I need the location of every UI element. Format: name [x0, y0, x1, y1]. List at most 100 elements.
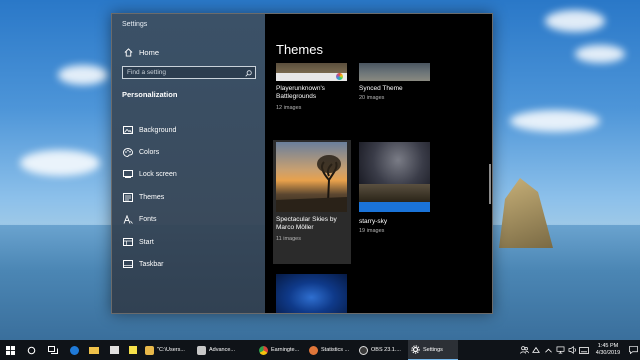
folder-icon — [89, 346, 99, 354]
theme-thumbnail — [359, 142, 430, 202]
theme-card-starry-sky[interactable]: starry-sky 19 images — [359, 142, 439, 252]
edge-button[interactable] — [64, 340, 84, 360]
taskbar-app-label: Advance... — [209, 347, 235, 353]
keyboard-icon — [579, 346, 589, 354]
tree-silhouette — [276, 155, 347, 212]
lock-screen-icon — [122, 169, 134, 179]
network-icon — [556, 346, 564, 354]
theme-thumbnail — [276, 63, 347, 81]
sidebar-item-label: Fonts — [139, 215, 157, 223]
clock[interactable]: 1:45 PM 4/30/2019 — [590, 343, 626, 357]
system-tray: 1:45 PM 4/30/2019 — [518, 340, 640, 360]
cortana-button[interactable] — [20, 340, 42, 360]
accent-color-bar — [359, 202, 430, 212]
home-icon — [122, 47, 134, 57]
theme-image-count: 20 images — [359, 95, 385, 101]
theme-card-windows[interactable] — [276, 274, 347, 313]
sidebar-item-lock-screen[interactable]: Lock screen — [122, 167, 177, 181]
store-icon — [109, 346, 119, 354]
taskbar-app-label: Statistics ... — [321, 347, 350, 353]
cortana-icon — [27, 346, 35, 354]
home-link[interactable]: Home — [122, 45, 159, 59]
sidebar-item-label: Background — [139, 126, 177, 134]
tray-app-button[interactable] — [530, 340, 542, 360]
sticky-note-icon — [129, 346, 137, 354]
sidebar-item-label: Themes — [139, 193, 165, 201]
folder-icon — [145, 345, 154, 355]
theme-thumbnail — [276, 274, 347, 313]
taskbar-app-cmd[interactable]: "C:\Users... — [142, 340, 194, 360]
taskbar-app-obs[interactable]: OBS 23.1.... — [356, 340, 408, 360]
volume-button[interactable] — [566, 340, 578, 360]
taskbar-app-label: OBS 23.1.... — [371, 347, 401, 353]
sidebar-item-themes[interactable]: Themes — [122, 190, 164, 204]
sidebar-item-label: Colors — [139, 148, 160, 156]
start-icon — [122, 237, 134, 247]
mail-icon — [197, 345, 206, 355]
file-explorer-button[interactable] — [84, 340, 104, 360]
taskbar-app-label: Settings — [423, 346, 443, 353]
taskbar: "C:\Users... Advance... Earningte... Sta… — [0, 340, 640, 360]
theme-card-synced[interactable]: Synced Theme 20 images — [359, 63, 439, 121]
image-icon — [122, 125, 134, 135]
firefox-icon — [309, 345, 318, 355]
scrollbar[interactable] — [489, 164, 491, 204]
sidebar-item-taskbar[interactable]: Taskbar — [122, 257, 164, 271]
palette-icon — [122, 147, 134, 157]
network-button[interactable] — [554, 340, 566, 360]
theme-thumbnail — [276, 142, 347, 212]
brush-icon — [122, 192, 134, 202]
window-title: Settings — [122, 21, 148, 28]
settings-window: Settings Home Personalization Background — [111, 13, 493, 314]
store-button[interactable] — [104, 340, 124, 360]
taskbar-app-mail[interactable]: Advance... — [194, 340, 256, 360]
sidebar-item-background[interactable]: Background — [122, 123, 176, 137]
taskbar-app-settings[interactable]: Settings — [408, 340, 458, 360]
gear-icon — [411, 345, 420, 354]
theme-name: Spectacular Skies by Marco Möller — [276, 216, 337, 231]
taskbar-app-label: Earningte... — [271, 347, 300, 353]
start-button[interactable] — [0, 340, 20, 360]
home-label: Home — [139, 47, 160, 57]
sticky-notes-button[interactable] — [124, 340, 142, 360]
theme-image-count: 11 images — [276, 236, 301, 242]
sidebar-item-label: Taskbar — [139, 260, 164, 268]
speaker-icon — [568, 346, 576, 354]
task-view-icon — [48, 346, 58, 354]
sidebar-item-start[interactable]: Start — [122, 235, 154, 249]
people-button[interactable] — [518, 340, 530, 360]
action-center-button[interactable] — [626, 340, 640, 360]
theme-name: starry-sky — [359, 218, 388, 225]
theme-name: Synced Theme — [359, 85, 403, 92]
taskbar-icon — [122, 259, 134, 269]
theme-card-pubg[interactable]: Playerunknown's Battlegrounds 12 images — [276, 63, 356, 131]
theme-card-spectacular-skies[interactable]: Spectacular Skies by Marco Möller 11 ima… — [273, 140, 351, 264]
theme-name: Playerunknown's Battlegrounds — [276, 85, 325, 100]
search-icon[interactable] — [245, 64, 252, 82]
task-view-button[interactable] — [42, 340, 64, 360]
chevron-up-icon — [544, 348, 552, 353]
sidebar-item-colors[interactable]: Colors — [122, 145, 159, 159]
font-icon — [122, 214, 134, 224]
search-box[interactable] — [122, 66, 256, 79]
clock-date: 4/30/2019 — [595, 350, 621, 356]
sidebar-item-label: Lock screen — [139, 170, 177, 178]
sidebar-item-fonts[interactable]: Fonts — [122, 212, 157, 226]
themes-content: Themes Playerunknown's Battlegrounds 12 … — [265, 14, 492, 313]
show-hidden-icons-button[interactable] — [542, 340, 554, 360]
search-input[interactable] — [127, 69, 239, 76]
chrome-icon — [259, 345, 268, 355]
color-wheel-icon — [336, 73, 343, 80]
sidebar: Settings Home Personalization Background — [112, 14, 265, 313]
taskbar-app-label: "C:\Users... — [157, 347, 185, 353]
section-title: Personalization — [122, 90, 178, 99]
theme-image-count: 12 images — [276, 105, 302, 111]
taskbar-app-firefox[interactable]: Statistics ... — [306, 340, 356, 360]
notification-icon — [628, 346, 638, 354]
theme-image-count: 19 images — [359, 228, 385, 234]
taskbar-app-chrome[interactable]: Earningte... — [256, 340, 306, 360]
theme-thumbnail — [359, 63, 430, 81]
keyboard-button[interactable] — [578, 340, 590, 360]
clock-time: 1:45 PM — [597, 343, 619, 349]
obs-icon — [359, 345, 368, 355]
